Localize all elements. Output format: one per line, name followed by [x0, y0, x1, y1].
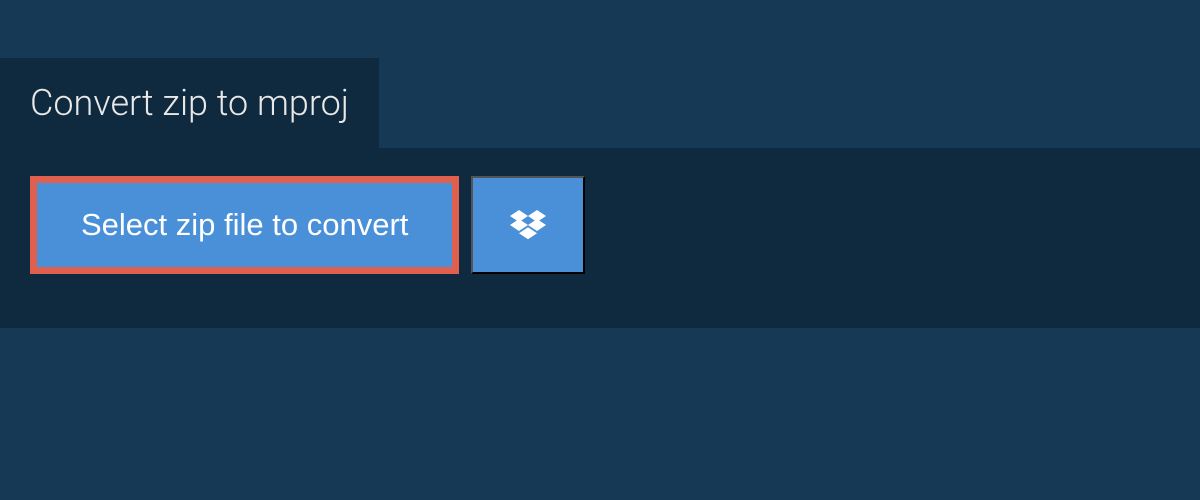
button-row: Select zip file to convert	[30, 176, 1170, 274]
select-file-button[interactable]: Select zip file to convert	[30, 176, 459, 274]
main-panel: Select zip file to convert	[0, 148, 1200, 328]
page-title: Convert zip to mproj	[30, 82, 349, 124]
select-file-label: Select zip file to convert	[81, 207, 408, 243]
header-tab: Convert zip to mproj	[0, 58, 379, 148]
dropbox-button[interactable]	[471, 176, 585, 274]
dropbox-icon	[510, 207, 546, 243]
